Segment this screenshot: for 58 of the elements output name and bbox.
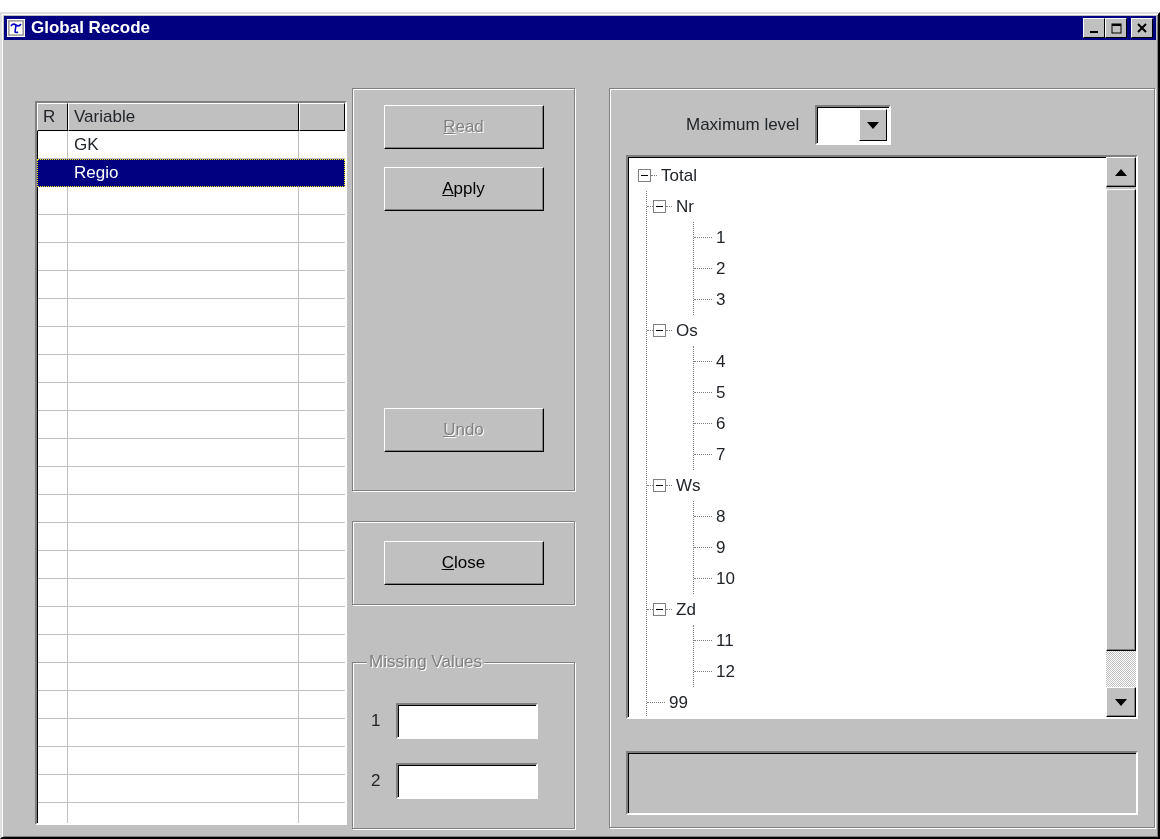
collapse-toggle[interactable] <box>653 200 666 213</box>
collapse-toggle[interactable] <box>653 324 666 337</box>
window-title: Global Recode <box>31 17 152 40</box>
minus-icon <box>656 482 663 489</box>
down-arrow-icon <box>1115 698 1127 706</box>
tree-node[interactable]: 9 <box>712 536 726 559</box>
scroll-thumb[interactable] <box>1106 189 1136 651</box>
tree-node[interactable]: 4 <box>712 350 726 373</box>
maximum-level-label: Maximum level <box>686 114 800 137</box>
minus-icon <box>656 203 663 210</box>
minus-icon <box>656 606 663 613</box>
minimize-button[interactable] <box>1083 18 1105 38</box>
tree-node[interactable]: 8 <box>712 505 726 528</box>
tree-node[interactable]: Os <box>672 319 698 342</box>
column-header[interactable]: R <box>37 103 68 131</box>
tree-node[interactable]: Nr <box>672 195 694 218</box>
table-cell-text: GK <box>73 134 100 156</box>
minimize-icon <box>1090 31 1098 33</box>
column-header[interactable] <box>299 103 345 131</box>
tree-node[interactable]: 5 <box>712 381 726 404</box>
apply-button[interactable]: Apply <box>383 167 544 211</box>
input-field[interactable] <box>396 763 539 799</box>
collapse-toggle[interactable] <box>653 479 666 492</box>
close-button[interactable] <box>1131 18 1153 38</box>
column-header[interactable]: Variable <box>68 103 299 131</box>
close-dialog-button[interactable]: Close <box>383 541 544 585</box>
table-row[interactable]: GK <box>37 131 345 159</box>
collapse-toggle[interactable] <box>638 169 651 182</box>
tree-node[interactable]: Total <box>657 164 697 187</box>
scroll-down-button[interactable] <box>1106 687 1136 717</box>
maximum-level-dropdown[interactable] <box>815 105 892 145</box>
tree-node[interactable]: 2 <box>712 257 726 280</box>
minus-icon <box>641 172 648 179</box>
scrollbar[interactable] <box>1106 157 1136 717</box>
field-label: 1 <box>371 710 381 733</box>
close-icon <box>1137 23 1147 33</box>
tree-node[interactable]: 11 <box>712 629 734 652</box>
tree-node[interactable]: 6 <box>712 412 726 435</box>
dropdown-arrow-icon <box>867 121 880 129</box>
tree-node[interactable]: Ws <box>672 474 701 497</box>
maximize-icon <box>1110 22 1122 34</box>
tree-node[interactable]: 99 <box>665 691 688 714</box>
tree-node[interactable]: 7 <box>712 443 726 466</box>
maximize-button[interactable] <box>1105 18 1127 38</box>
field-label: 2 <box>371 770 381 793</box>
tree-node[interactable]: 1 <box>712 226 726 249</box>
input-field[interactable] <box>396 703 539 739</box>
collapse-toggle[interactable] <box>653 603 666 616</box>
table-row[interactable]: Regio <box>37 159 345 187</box>
table-cell: Regio <box>68 159 299 187</box>
tree-node[interactable]: Zd <box>672 598 696 621</box>
up-arrow-icon <box>1115 168 1127 176</box>
tree-node[interactable]: 12 <box>712 660 735 683</box>
tree-node[interactable]: 10 <box>712 567 735 590</box>
tree-node[interactable]: 3 <box>712 288 726 311</box>
minus-icon <box>656 327 663 334</box>
app-icon <box>7 19 25 37</box>
scroll-up-button[interactable] <box>1106 157 1136 187</box>
